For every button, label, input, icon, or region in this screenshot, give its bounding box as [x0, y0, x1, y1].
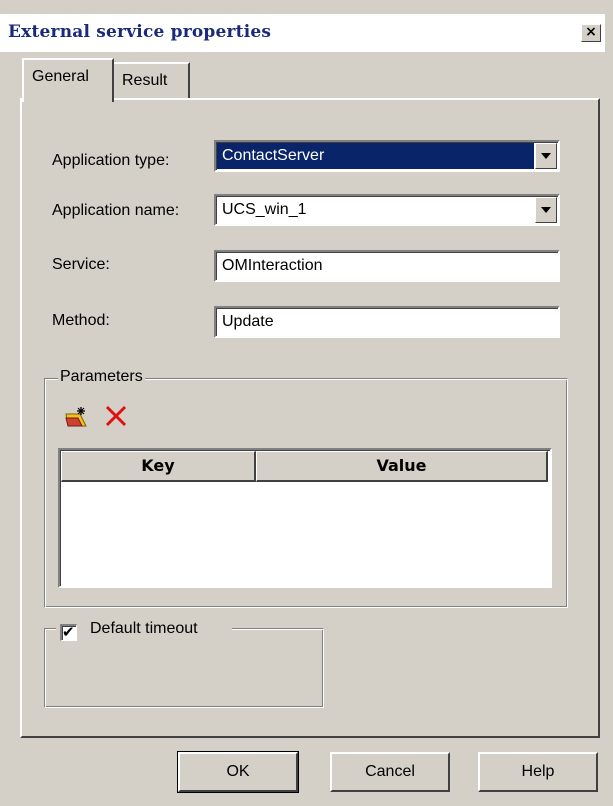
- application-type-value: ContactServer: [222, 147, 325, 164]
- application-name-combo[interactable]: UCS_win_1: [214, 194, 560, 226]
- help-button-label: Help: [521, 763, 555, 780]
- tab-result[interactable]: Result: [112, 62, 190, 100]
- close-button[interactable]: ×: [581, 24, 601, 42]
- application-name-value: UCS_win_1: [222, 201, 307, 218]
- cancel-button-label: Cancel: [365, 763, 415, 780]
- ok-button[interactable]: OK: [177, 751, 299, 793]
- tab-general-label: General: [32, 68, 89, 85]
- application-name-dropdown-button[interactable]: [535, 197, 557, 223]
- cancel-button[interactable]: Cancel: [330, 752, 450, 792]
- parameters-table[interactable]: Key Value: [58, 448, 552, 588]
- parameters-legend: Parameters: [58, 368, 145, 386]
- tab-result-label: Result: [122, 72, 168, 89]
- method-value: Update: [222, 313, 274, 330]
- close-icon: ×: [585, 24, 597, 40]
- column-header-key[interactable]: Key: [61, 451, 256, 482]
- column-header-value-label: Value: [376, 456, 427, 475]
- application-type-combo[interactable]: ContactServer: [214, 140, 560, 172]
- default-timeout-checkbox[interactable]: ✔: [60, 623, 77, 641]
- service-value: OMInteraction: [222, 257, 323, 274]
- external-service-properties-dialog: External service properties × General Re…: [0, 0, 613, 806]
- application-type-dropdown-button[interactable]: [535, 143, 557, 169]
- title-bar: External service properties ×: [0, 14, 605, 52]
- checkmark-icon: ✔: [62, 623, 75, 641]
- method-label: Method:: [52, 312, 110, 329]
- service-label: Service:: [52, 256, 110, 273]
- tab-general[interactable]: General: [22, 58, 114, 102]
- column-header-key-label: Key: [141, 456, 175, 475]
- new-parameter-icon[interactable]: [64, 406, 88, 428]
- chevron-down-icon: [541, 153, 551, 159]
- application-type-label: Application type:: [52, 152, 170, 169]
- default-timeout-label[interactable]: Default timeout: [90, 620, 198, 638]
- delete-parameter-icon[interactable]: [104, 404, 128, 428]
- column-header-value[interactable]: Value: [256, 451, 548, 482]
- ok-button-label: OK: [226, 763, 250, 780]
- help-button[interactable]: Help: [478, 752, 598, 792]
- window-title: External service properties: [8, 22, 272, 42]
- method-input[interactable]: Update: [214, 306, 560, 338]
- chevron-down-icon: [541, 207, 551, 213]
- service-input[interactable]: OMInteraction: [214, 250, 560, 282]
- application-name-label: Application name:: [52, 202, 180, 219]
